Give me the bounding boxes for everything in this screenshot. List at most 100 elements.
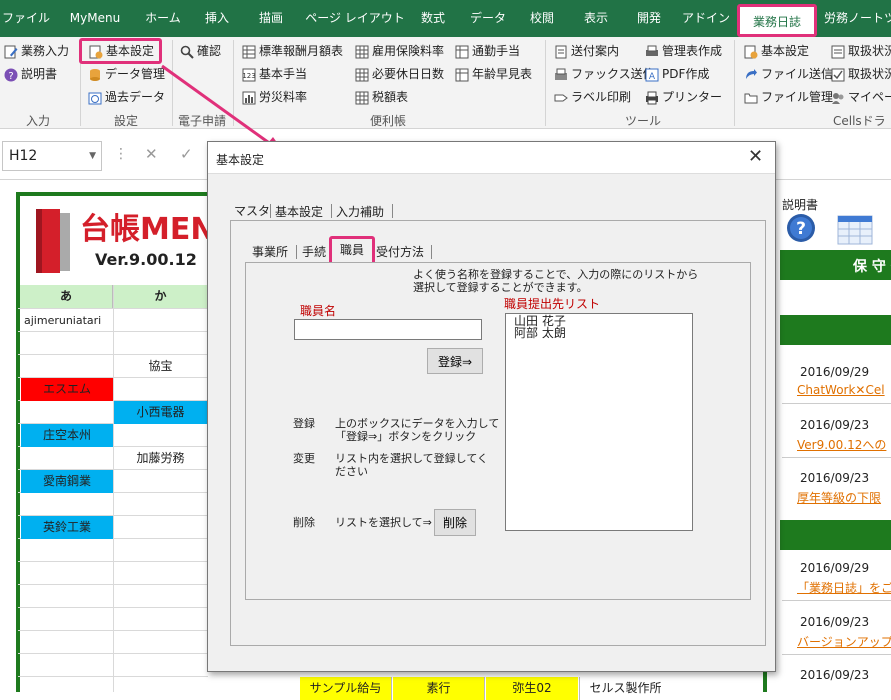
staff-name-label: 職員名 xyxy=(300,304,337,318)
tab-data[interactable]: データ xyxy=(460,0,516,37)
send-arrow-icon xyxy=(744,68,758,82)
ribbon-item-file-manage[interactable]: ファイル管理 xyxy=(744,88,833,106)
news-link[interactable]: 厚年等級の下限 xyxy=(797,489,881,506)
ribbon-item-fax-send[interactable]: ファックス送信 xyxy=(554,65,655,83)
grid-line xyxy=(18,584,208,585)
delete-button[interactable]: 削除 xyxy=(434,509,476,536)
cell-bottom-1[interactable]: サンプル給与 xyxy=(300,677,392,700)
ribbon-item-basic-settings[interactable]: 基本設定 xyxy=(79,38,162,64)
ribbon-item-commute-allowance[interactable]: 通勤手当 xyxy=(455,42,520,60)
ribbon-item-tax-table[interactable]: 税額表 xyxy=(355,88,408,106)
folder-icon xyxy=(744,91,758,105)
news-header-bar xyxy=(780,315,891,345)
ribbon-item-file-send[interactable]: ファイル送信 xyxy=(744,65,833,83)
ribbon-item-past-data[interactable]: 過去データ xyxy=(88,88,165,106)
tab-home[interactable]: ホーム xyxy=(138,0,188,37)
tab-master[interactable]: マスタ xyxy=(234,202,270,220)
ribbon-item-workers-comp-rate[interactable]: 労災料率 xyxy=(242,88,307,106)
news-link[interactable]: Ver9.00.12への xyxy=(797,436,886,453)
ribbon-item-management-sheet[interactable]: 管理表作成 xyxy=(645,42,722,60)
pdf-icon: A xyxy=(645,68,659,82)
tab-mymenu[interactable]: MyMenu xyxy=(56,0,134,37)
cancel-icon[interactable]: ✕ xyxy=(145,145,158,163)
cell-b3[interactable]: 協宝 xyxy=(114,355,207,378)
tab-gyomu-nisshi[interactable]: 業務日誌 xyxy=(737,4,817,37)
tab-formulas[interactable]: 数式 xyxy=(412,0,454,37)
news-divider xyxy=(782,654,891,655)
news-link[interactable]: バージョンアップ xyxy=(797,633,891,650)
close-icon[interactable]: ✕ xyxy=(748,146,763,167)
ribbon-item-standard-pay-table[interactable]: 標準報酬月額表 xyxy=(242,42,343,60)
tab-input-assist[interactable]: 入力補助 xyxy=(336,203,384,221)
frame-left xyxy=(16,192,20,692)
tab-basic-settings[interactable]: 基本設定 xyxy=(275,203,323,221)
tab-developer[interactable]: 開発 xyxy=(628,0,670,37)
ribbon-item-manual[interactable]: ? 説明書 xyxy=(4,65,57,83)
staff-name-input[interactable] xyxy=(294,319,482,340)
cell-a10[interactable]: 英鈴工業 xyxy=(21,516,113,539)
tab-draw[interactable]: 描画 xyxy=(246,0,296,37)
header-a: あ xyxy=(20,285,113,308)
staff-list[interactable]: 山田 花子 阿部 太朗 xyxy=(505,313,693,531)
help-text-delete: リストを選択して⇒ xyxy=(335,516,432,529)
chart-icon xyxy=(242,91,256,105)
ribbon-item-handling-status[interactable]: 取扱状況 xyxy=(831,42,891,60)
ribbon-item-pdf-create[interactable]: A PDF作成 xyxy=(645,65,709,83)
tab-roumu-note[interactable]: 労務ノートツ xyxy=(824,0,891,37)
ribbon-item-required-holidays[interactable]: 必要休日日数 xyxy=(355,65,444,83)
register-button[interactable]: 登録⇒ xyxy=(427,348,483,374)
calendar-icon[interactable] xyxy=(836,212,876,246)
ribbon-item-data-manage[interactable]: データ管理 xyxy=(88,65,165,83)
fax-icon xyxy=(554,68,568,82)
cell-a8[interactable]: 愛南鋼業 xyxy=(21,470,113,493)
tab-reception-method[interactable]: 受付方法 xyxy=(376,243,424,261)
tab-procedures[interactable]: 手続 xyxy=(302,243,326,261)
help-circle-icon[interactable]: ? xyxy=(785,212,817,244)
cell-bottom-2[interactable]: 素行 xyxy=(393,677,485,700)
ribbon-item-employment-insurance-rate[interactable]: 雇用保険料率 xyxy=(355,42,444,60)
ribbon-item-cover-letter[interactable]: 送付案内 xyxy=(554,42,619,60)
cell-b7[interactable]: 加藤労務 xyxy=(114,447,207,470)
tab-view[interactable]: 表示 xyxy=(576,0,616,37)
cell-a1[interactable]: ajimeruniatari xyxy=(21,309,113,332)
help-circle-icon: ? xyxy=(4,68,18,82)
cell-b5[interactable]: 小西電器 xyxy=(114,401,207,424)
magnifier-icon xyxy=(180,45,194,59)
help-key-change: 変更 xyxy=(293,452,315,465)
ribbon-item-label-print[interactable]: ラベル印刷 xyxy=(554,88,631,106)
ribbon-item-gyomu-input[interactable]: 業務入力 xyxy=(4,42,69,60)
cell-bottom-3[interactable]: 弥生02 xyxy=(486,677,578,700)
ribbon-separator xyxy=(233,40,234,126)
cell-a4[interactable]: エスエム xyxy=(21,378,113,401)
news-link[interactable]: ChatWork✕Cel xyxy=(797,383,885,397)
tab-addins[interactable]: アドイン xyxy=(680,0,732,37)
version-label: Ver.9.00.12 xyxy=(95,250,197,269)
check-icon[interactable]: ✓ xyxy=(180,145,193,163)
cell-a6[interactable]: 庄空本州 xyxy=(21,424,113,447)
ribbon-item-my-page[interactable]: マイページ xyxy=(831,88,891,106)
cell-bottom-4[interactable]: セルス製作所 xyxy=(579,677,671,700)
ribbon-item-confirm[interactable]: 確認 xyxy=(180,42,221,60)
ribbon-item-basic-allowance[interactable]: 123 基本手当 xyxy=(242,65,307,83)
help-key-register: 登録 xyxy=(293,417,315,430)
news-link[interactable]: 「業務日誌」をご xyxy=(797,579,891,596)
tab-review[interactable]: 校閲 xyxy=(520,0,564,37)
tab-file[interactable]: ファイル xyxy=(0,0,52,37)
tab-insert[interactable]: 挿入 xyxy=(192,0,242,37)
name-box[interactable]: H12 ▼ xyxy=(2,141,102,171)
list-item[interactable]: 阿部 太朗 xyxy=(514,327,684,339)
grid-line xyxy=(18,561,208,562)
tab-office[interactable]: 事業所 xyxy=(252,243,288,261)
tab-page-layout[interactable]: ページ レイアウト xyxy=(300,0,410,37)
tab-separator xyxy=(331,204,332,218)
ribbon-item-handling-status-2[interactable]: 取扱状況 xyxy=(831,65,891,83)
ribbon-item-printer[interactable]: プリンター xyxy=(645,88,722,106)
news-date: 2016/09/23 xyxy=(800,418,870,432)
ribbon-group-label-input: 入力 xyxy=(26,114,51,128)
check-list-icon xyxy=(831,68,845,82)
ribbon-item-age-chart[interactable]: 年齢早見表 xyxy=(455,65,532,83)
chevron-down-icon[interactable]: ▼ xyxy=(89,142,96,170)
svg-text:?: ? xyxy=(796,219,806,239)
ribbon-item-cells-basic-settings[interactable]: 基本設定 xyxy=(744,42,809,60)
news-divider xyxy=(782,600,891,601)
